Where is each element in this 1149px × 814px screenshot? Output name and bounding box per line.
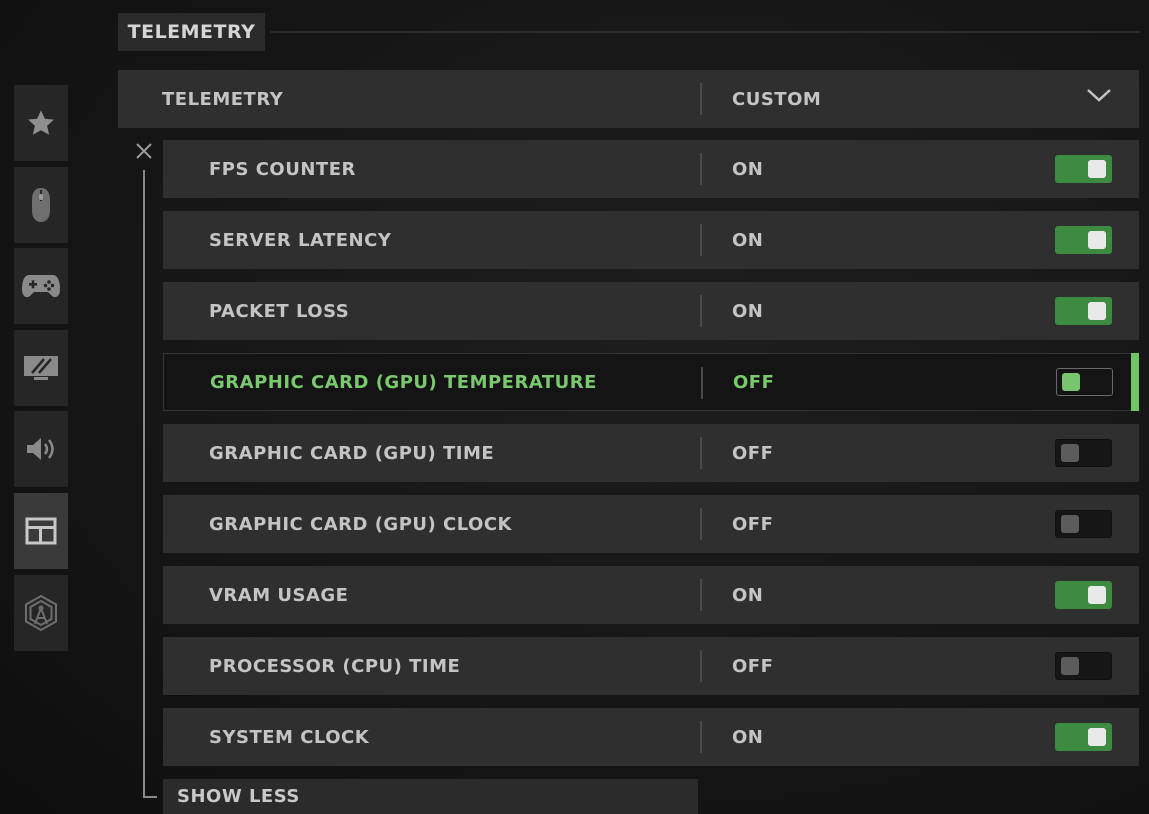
setting-value: ON — [732, 300, 764, 322]
row-divider — [700, 224, 702, 256]
show-less-label: SHOW LESS — [177, 786, 300, 807]
section-divider — [270, 31, 1140, 33]
setting-label: GRAPHIC CARD (GPU) CLOCK — [209, 513, 513, 535]
toggle-switch[interactable] — [1055, 226, 1112, 254]
telemetry-preset-dropdown[interactable]: TELEMETRY CUSTOM — [118, 70, 1139, 128]
setting-row-system-clock[interactable]: SYSTEM CLOCK ON — [163, 708, 1139, 766]
toggle-switch[interactable] — [1055, 297, 1112, 325]
tree-connector-foot — [143, 796, 157, 798]
setting-row-vram-usage[interactable]: VRAM USAGE ON — [163, 566, 1139, 624]
sidebar-item-interface[interactable] — [14, 493, 68, 569]
setting-label: GRAPHIC CARD (GPU) TIME — [209, 442, 495, 464]
tree-connector — [143, 170, 145, 798]
toggle-knob — [1088, 231, 1106, 249]
toggle-switch[interactable] — [1055, 510, 1112, 538]
setting-label: SERVER LATENCY — [209, 229, 392, 251]
setting-row-gpu-temperature[interactable]: GRAPHIC CARD (GPU) TEMPERATURE OFF — [163, 353, 1139, 411]
chevron-down-icon[interactable] — [1086, 87, 1112, 103]
sidebar-item-controller[interactable] — [14, 248, 68, 324]
setting-value: OFF — [733, 371, 775, 393]
setting-row-fps-counter[interactable]: FPS COUNTER ON — [163, 140, 1139, 198]
toggle-switch[interactable] — [1055, 155, 1112, 183]
speaker-icon — [27, 438, 54, 460]
sidebar-item-favorites[interactable] — [14, 85, 68, 161]
row-divider — [700, 153, 702, 185]
row-divider — [700, 650, 702, 682]
setting-row-gpu-time[interactable]: GRAPHIC CARD (GPU) TIME OFF — [163, 424, 1139, 482]
telemetry-preset-label: TELEMETRY — [162, 88, 284, 110]
sidebar-item-audio[interactable] — [14, 411, 68, 487]
toggle-knob — [1088, 586, 1106, 604]
sidebar-item-mouse[interactable] — [14, 167, 68, 243]
setting-value: ON — [732, 726, 764, 748]
setting-row-packet-loss[interactable]: PACKET LOSS ON — [163, 282, 1139, 340]
gamepad-icon — [22, 275, 60, 298]
section-title-label: TELEMETRY — [127, 21, 256, 43]
setting-value: ON — [732, 158, 764, 180]
toggle-knob — [1061, 515, 1079, 533]
telemetry-preset-value: CUSTOM — [732, 88, 822, 110]
monitor-icon — [24, 356, 58, 380]
row-divider — [700, 721, 702, 753]
interface-layout-icon — [25, 517, 57, 545]
setting-value: ON — [732, 584, 764, 606]
toggle-switch[interactable] — [1055, 439, 1112, 467]
toggle-switch[interactable] — [1055, 581, 1112, 609]
section-title: TELEMETRY — [118, 13, 265, 51]
setting-value: ON — [732, 229, 764, 251]
toggle-knob — [1088, 160, 1106, 178]
toggle-switch[interactable] — [1055, 652, 1112, 680]
setting-label: SYSTEM CLOCK — [209, 726, 370, 748]
focus-indicator — [1131, 353, 1139, 411]
setting-label: PROCESSOR (CPU) TIME — [209, 655, 461, 677]
sidebar-item-network[interactable] — [14, 575, 68, 651]
setting-label: VRAM USAGE — [209, 584, 349, 606]
setting-value: OFF — [732, 513, 774, 535]
setting-row-cpu-time[interactable]: PROCESSOR (CPU) TIME OFF — [163, 637, 1139, 695]
row-divider — [700, 579, 702, 611]
row-divider — [700, 83, 702, 115]
star-icon — [28, 110, 54, 135]
show-less-button[interactable]: SHOW LESS — [163, 779, 698, 814]
sidebar-item-graphics[interactable] — [14, 330, 68, 406]
toggle-knob — [1062, 373, 1080, 391]
toggle-switch[interactable] — [1056, 368, 1113, 396]
setting-label: PACKET LOSS — [209, 300, 350, 322]
setting-value: OFF — [732, 655, 774, 677]
row-divider — [700, 508, 702, 540]
network-icon — [25, 594, 57, 632]
row-divider — [700, 295, 702, 327]
toggle-knob — [1088, 302, 1106, 320]
close-icon[interactable] — [134, 141, 154, 161]
toggle-switch[interactable] — [1055, 723, 1112, 751]
toggle-knob — [1061, 444, 1079, 462]
row-divider — [701, 367, 703, 399]
setting-row-gpu-clock[interactable]: GRAPHIC CARD (GPU) CLOCK OFF — [163, 495, 1139, 553]
mouse-icon — [32, 188, 50, 222]
setting-label: GRAPHIC CARD (GPU) TEMPERATURE — [210, 371, 597, 393]
setting-value: OFF — [732, 442, 774, 464]
row-divider — [700, 437, 702, 469]
setting-row-server-latency[interactable]: SERVER LATENCY ON — [163, 211, 1139, 269]
toggle-knob — [1088, 728, 1106, 746]
setting-label: FPS COUNTER — [209, 158, 356, 180]
toggle-knob — [1061, 657, 1079, 675]
